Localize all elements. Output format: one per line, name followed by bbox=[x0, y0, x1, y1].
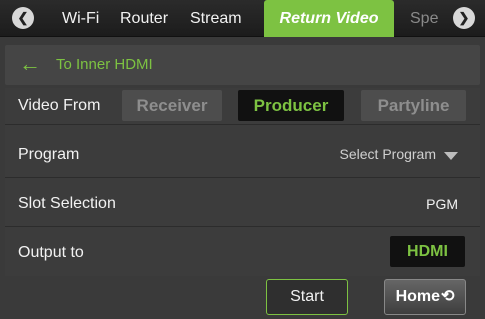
start-button[interactable]: Start bbox=[266, 279, 348, 315]
return-arrow-icon: ⟲ bbox=[441, 288, 455, 305]
video-from-row: Video From Receiver Producer Partyline bbox=[5, 88, 480, 125]
receiver-button[interactable]: Receiver bbox=[122, 90, 222, 121]
partyline-button[interactable]: Partyline bbox=[361, 90, 466, 121]
chevron-right-icon[interactable]: ❯ bbox=[453, 7, 475, 29]
tab-stream[interactable]: Stream bbox=[190, 0, 242, 37]
top-nav-bar: ❮ Wi-Fi Router Stream Return Video Spe ❯ bbox=[0, 0, 485, 37]
producer-button[interactable]: Producer bbox=[238, 90, 344, 121]
tab-router[interactable]: Router bbox=[120, 0, 168, 37]
slot-selection-row[interactable]: Slot Selection PGM bbox=[5, 179, 480, 227]
tab-return-video[interactable]: Return Video bbox=[264, 0, 394, 37]
back-header[interactable]: ← To Inner HDMI bbox=[5, 45, 480, 85]
tab-spe[interactable]: Spe bbox=[410, 0, 438, 37]
slot-selection-value[interactable]: PGM bbox=[426, 196, 458, 212]
program-label: Program bbox=[18, 146, 80, 163]
arrow-left-icon[interactable]: ← bbox=[19, 51, 41, 77]
slot-selection-label: Slot Selection bbox=[18, 195, 116, 212]
home-label: Home bbox=[395, 288, 441, 305]
home-button[interactable]: Home⟲ bbox=[384, 279, 466, 315]
video-from-label: Video From bbox=[18, 97, 101, 114]
tab-wifi[interactable]: Wi-Fi bbox=[62, 0, 99, 37]
output-row: Output to HDMI bbox=[5, 228, 480, 276]
tab-strip: Wi-Fi Router Stream Return Video Spe bbox=[46, 0, 450, 37]
hdmi-output-button[interactable]: HDMI bbox=[390, 236, 465, 267]
program-row[interactable]: Program Select Program bbox=[5, 130, 480, 178]
caret-down-icon[interactable] bbox=[444, 152, 458, 160]
program-select[interactable]: Select Program bbox=[340, 146, 436, 162]
chevron-left-icon[interactable]: ❮ bbox=[12, 7, 34, 29]
page-title: To Inner HDMI bbox=[56, 56, 153, 73]
output-label: Output to bbox=[18, 244, 84, 261]
